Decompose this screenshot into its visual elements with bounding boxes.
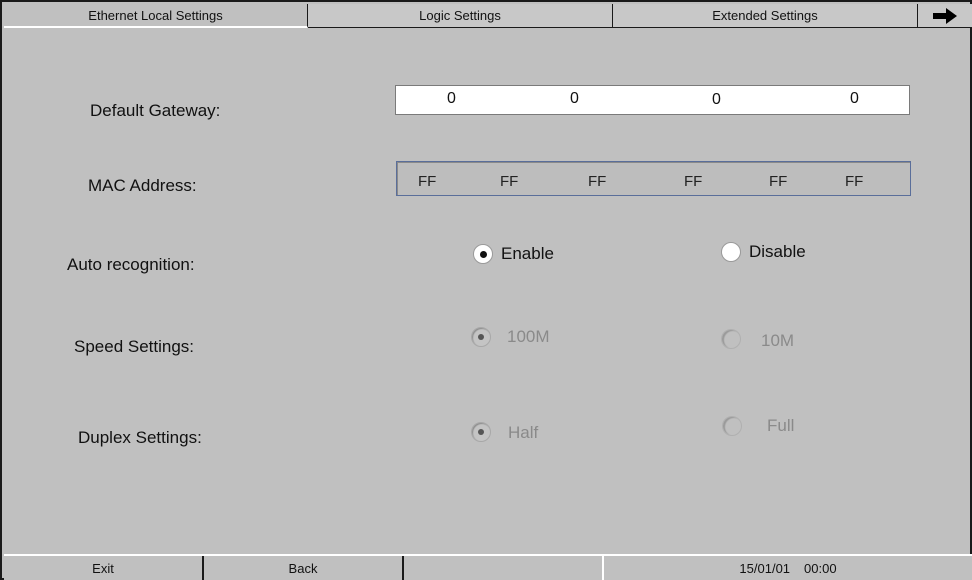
mac-address-field: FF FF FF FF FF FF bbox=[396, 161, 911, 196]
radio-selected-icon bbox=[471, 327, 491, 347]
radio-selected-icon bbox=[473, 244, 493, 264]
mac-byte-2: FF bbox=[500, 173, 519, 190]
speed-100m-radio[interactable]: 100M bbox=[471, 327, 550, 347]
exit-label: Exit bbox=[92, 560, 114, 576]
gateway-octet-3[interactable]: 0 bbox=[712, 91, 721, 109]
radio-unselected-icon bbox=[721, 329, 741, 349]
tab-label: Ethernet Local Settings bbox=[88, 7, 223, 23]
tab-extended-settings[interactable]: Extended Settings bbox=[613, 4, 918, 28]
speed-settings-label: Speed Settings: bbox=[74, 337, 195, 356]
mac-byte-5: FF bbox=[769, 173, 788, 190]
auto-recognition-disable-radio[interactable]: Disable bbox=[721, 242, 806, 262]
back-button[interactable]: Back bbox=[204, 556, 404, 580]
radio-label: Disable bbox=[749, 242, 806, 261]
duplex-settings-label: Duplex Settings: bbox=[78, 428, 202, 447]
duplex-half-radio[interactable]: Half bbox=[471, 421, 538, 443]
tab-bar: Ethernet Local Settings Logic Settings E… bbox=[4, 4, 972, 28]
gateway-octet-1[interactable]: 0 bbox=[447, 90, 456, 108]
radio-label: Half bbox=[508, 423, 539, 442]
radio-label: Enable bbox=[501, 244, 554, 263]
tab-logic-settings[interactable]: Logic Settings bbox=[308, 4, 613, 28]
mac-byte-1: FF bbox=[418, 173, 437, 190]
default-gateway-field: 0 0 0 0 bbox=[395, 85, 910, 115]
time-text: 00:00 bbox=[804, 560, 837, 576]
mac-address-label: MAC Address: bbox=[88, 176, 197, 195]
radio-unselected-icon bbox=[721, 242, 741, 262]
exit-button[interactable]: Exit bbox=[4, 556, 204, 580]
tab-label: Logic Settings bbox=[419, 8, 501, 23]
gateway-octet-2[interactable]: 0 bbox=[570, 90, 579, 108]
settings-screen: Ethernet Local Settings Logic Settings E… bbox=[0, 0, 972, 580]
speed-10m-radio[interactable]: 10M bbox=[721, 327, 794, 351]
right-arrow-icon bbox=[933, 7, 957, 24]
duplex-full-radio[interactable]: Full bbox=[722, 416, 794, 436]
radio-label: Full bbox=[767, 416, 795, 435]
mac-byte-4: FF bbox=[684, 173, 703, 190]
default-gateway-label: Default Gateway: bbox=[90, 101, 221, 120]
datetime-display: 15/01/01 00:00 bbox=[604, 556, 972, 580]
date-text: 15/01/01 bbox=[739, 560, 791, 576]
mac-byte-6: FF bbox=[845, 173, 864, 190]
radio-label: 10M bbox=[761, 331, 795, 350]
radio-selected-icon bbox=[471, 422, 491, 442]
status-empty-cell bbox=[404, 556, 604, 580]
next-page-button[interactable] bbox=[918, 4, 972, 28]
radio-unselected-icon bbox=[722, 416, 742, 436]
mac-byte-3: FF bbox=[588, 173, 607, 190]
bottom-bar: Exit Back 15/01/01 00:00 bbox=[4, 554, 972, 580]
auto-recognition-label: Auto recognition: bbox=[67, 255, 195, 274]
radio-label: 100M bbox=[507, 327, 550, 346]
gateway-octet-4[interactable]: 0 bbox=[850, 90, 859, 108]
tab-ethernet-local-settings[interactable]: Ethernet Local Settings bbox=[4, 4, 308, 28]
back-label: Back bbox=[288, 560, 318, 576]
auto-recognition-enable-radio[interactable]: Enable bbox=[473, 244, 554, 264]
tab-label: Extended Settings bbox=[712, 8, 818, 23]
